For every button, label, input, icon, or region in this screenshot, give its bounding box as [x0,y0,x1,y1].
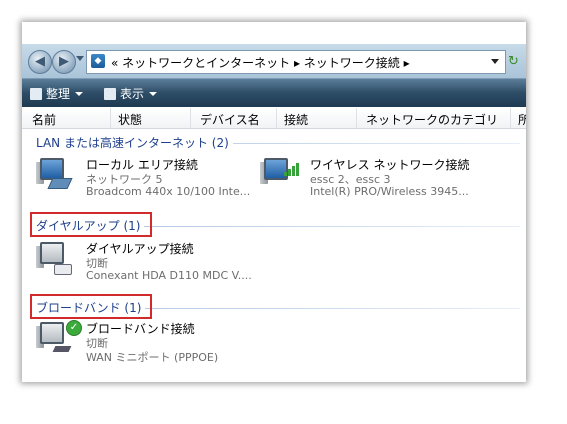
wireless-adapter-icon [260,156,299,194]
column-headers: 名前 状態 デバイス名 接続 ネットワークのカテゴリ 所 [22,108,526,129]
forward-arrow-icon[interactable]: ▶ [52,50,76,74]
organize-icon [30,88,42,100]
network-folder-icon: ◆ [91,54,105,68]
explorer-window: ◀ ▶ ◆ « ネットワークとインターネット ▸ ネットワーク接続 ▸ ↻ 整理… [22,22,526,382]
checkmark-icon: ✓ [66,320,82,336]
highlight-box [30,212,152,237]
network-adapter-icon [36,156,74,194]
refresh-icon[interactable]: ↻ [508,54,519,69]
history-dropdown-icon[interactable] [76,56,84,61]
back-arrow-icon[interactable]: ◀ [28,50,52,74]
breadcrumb-text[interactable]: « ネットワークとインターネット ▸ ネットワーク接続 ▸ [111,54,410,71]
group-label: LAN または高速インターネット (2) [36,134,233,151]
list-item-local-area-connection[interactable]: ローカル エリア接続 ネットワーク 5 Broadcom 440x 10/100… [36,156,256,202]
views-label: 表示 [120,87,145,101]
broadband-adapter-icon: ✓ [36,320,82,358]
views-icon [104,88,116,100]
views-button[interactable]: 表示 [104,85,158,102]
command-bar: 整理 表示 [22,79,526,107]
list-item-dialup-connection[interactable]: ダイヤルアップ接続 切断 Conexant HDA D110 MDC V.... [36,240,296,286]
column-header-category[interactable]: ネットワークのカテゴリ [358,111,498,128]
connection-device: Intel(R) PRO/Wireless 3945... [310,185,469,198]
list-item-broadband-connection[interactable]: ✓ ブロードバンド接続 切断 WAN ミニポート (PPPOE) [36,320,296,366]
chevron-down-icon [75,92,84,96]
column-divider[interactable] [190,108,191,128]
address-bar: ◀ ▶ ◆ « ネットワークとインターネット ▸ ネットワーク接続 ▸ ↻ [22,44,526,79]
organize-label: 整理 [46,87,71,101]
column-header-device[interactable]: デバイス名 [192,111,260,128]
list-item-wireless-connection[interactable]: ワイヤレス ネットワーク接続 essc 2、essc 3 Intel(R) PR… [260,156,520,202]
column-header-owner[interactable]: 所 [510,111,526,128]
group-header-lan[interactable]: LAN または高速インターネット (2) [22,133,526,151]
breadcrumb[interactable]: ◆ « ネットワークとインターネット ▸ ネットワーク接続 ▸ [86,50,506,74]
column-divider[interactable] [356,108,357,128]
organize-button[interactable]: 整理 [30,85,84,102]
chevron-down-icon [149,92,158,96]
column-header-connectivity[interactable]: 接続 [276,111,308,128]
address-dropdown-icon[interactable] [491,59,499,64]
connection-device: WAN ミニポート (PPPOE) [86,351,219,364]
connection-device: Conexant HDA D110 MDC V.... [86,269,252,282]
column-header-status[interactable]: 状態 [110,111,142,128]
highlight-box [30,294,152,319]
column-header-name[interactable]: 名前 [24,111,56,128]
modem-icon [36,240,74,278]
connection-device: Broadcom 440x 10/100 Inte... [86,185,251,198]
